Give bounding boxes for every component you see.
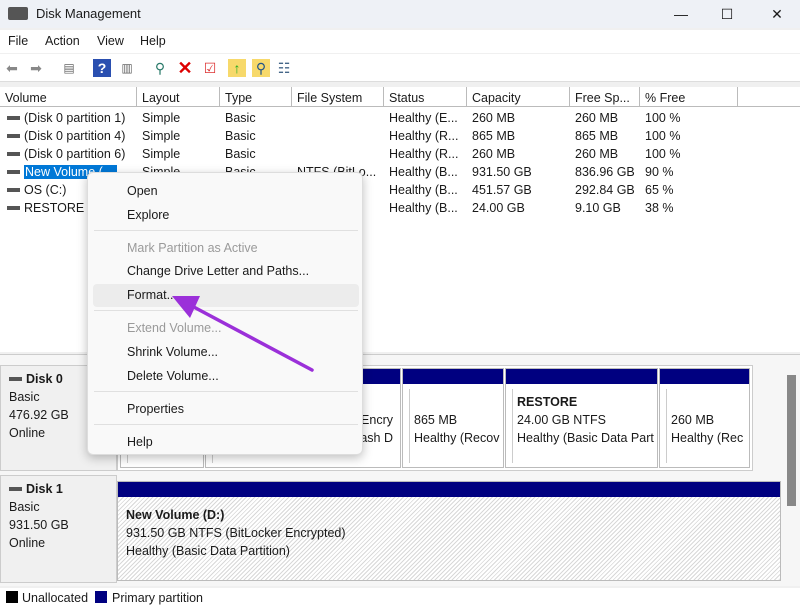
annotation-arrow (172, 296, 314, 372)
